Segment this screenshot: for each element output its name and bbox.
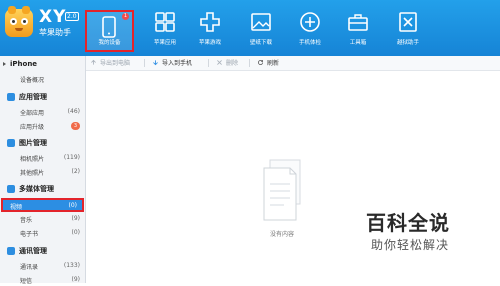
item-count: (133) [63, 262, 80, 269]
toolbar-games-button[interactable]: 苹果游戏 [186, 4, 234, 50]
item-label: 电子书 [20, 231, 39, 238]
sidebar-section-iphone[interactable]: iPhone [0, 59, 85, 71]
item-label: 其他照片 [20, 170, 45, 177]
toolbar-wallpaper-button[interactable]: 壁纸下载 [237, 4, 285, 50]
button-label: 导入到手机 [162, 60, 193, 67]
delete-button[interactable]: 删除 [216, 58, 238, 68]
contacts-section-icon [7, 247, 15, 255]
sidebar-item-music[interactable]: 音乐 (9) [0, 214, 85, 225]
photos-section-icon [7, 139, 15, 147]
section-title: 图片管理 [19, 139, 47, 147]
item-label: 视频 [10, 204, 23, 211]
item-count: (46) [67, 108, 80, 115]
sidebar-item-sms[interactable]: 短信 (9) [0, 275, 85, 286]
expand-arrow-icon [3, 62, 6, 66]
refresh-button[interactable]: 刷新 [257, 58, 279, 68]
button-label: 导出到电脑 [100, 60, 131, 67]
export-icon [91, 59, 96, 65]
phone-icon [102, 16, 116, 38]
toolbar-label: 壁纸下载 [249, 40, 272, 46]
sidebar-item-videos[interactable]: 视频 (0) [1, 198, 84, 212]
watermark-subtitle: 助你轻松解决 [371, 238, 450, 252]
apps-section-icon [7, 93, 15, 101]
item-label: 相机照片 [20, 156, 45, 163]
toolbar-label: 我的设备 [98, 40, 121, 46]
toolbar-label: 越狱助手 [396, 40, 419, 46]
item-label: 短信 [20, 278, 33, 285]
section-title: 多媒体管理 [19, 185, 54, 193]
item-count: (0) [68, 202, 78, 209]
toolbar-apps-button[interactable]: 苹果应用 [141, 4, 189, 50]
section-title: iPhone [10, 60, 38, 68]
import-icon [153, 60, 158, 66]
image-icon [251, 13, 271, 31]
sidebar-item-ebooks[interactable]: 电子书 (0) [0, 228, 85, 239]
item-count: (9) [71, 276, 81, 283]
section-title: 通讯管理 [19, 247, 47, 255]
item-label: 通讯录 [20, 264, 39, 271]
refresh-icon [258, 60, 263, 65]
content-toolbar: 导出到电脑 导入到手机 删除 刷新 [86, 56, 500, 71]
sidebar-section-media[interactable]: 多媒体管理 [0, 183, 85, 195]
delete-icon [217, 60, 222, 65]
plus-circle-icon [300, 12, 320, 32]
toolbar-my-device-button[interactable]: 1 我的设备 [85, 10, 134, 52]
toolbar-label: 手机体检 [298, 40, 321, 46]
toolbar-jailbreak-button[interactable]: 越狱助手 [384, 4, 432, 50]
media-section-icon [7, 185, 15, 193]
toolbar-label: 苹果应用 [153, 40, 176, 46]
empty-state-text: 没有内容 [269, 231, 294, 238]
item-label: 应用升级 [20, 124, 45, 131]
item-label: 设备概况 [20, 77, 45, 84]
toolbar-label: 工具箱 [349, 40, 367, 46]
logo-subtitle: 苹果助手 [39, 28, 71, 37]
export-to-pc-button[interactable]: 导出到电脑 [90, 58, 130, 68]
watermark-title: 百科全说 [366, 211, 450, 235]
toolbox-icon [348, 14, 368, 31]
toolbar-toolbox-button[interactable]: 工具箱 [334, 4, 382, 50]
section-title: 应用管理 [19, 93, 47, 101]
top-toolbar: XY 2.0 苹果助手 1 我的设备 苹果应用 苹果游戏 壁纸下载 手机体检 工… [0, 0, 500, 56]
sidebar: iPhone 设备概况 应用管理 全部应用 (46) 应用升级 3 图片管理 相… [0, 56, 86, 286]
notification-badge: 1 [122, 13, 129, 20]
sidebar-section-apps[interactable]: 应用管理 [0, 91, 85, 103]
item-count: (2) [71, 168, 81, 175]
sidebar-item-camera-photos[interactable]: 相机照片 (119) [0, 153, 85, 164]
toolbar-checkup-button[interactable]: 手机体检 [286, 4, 334, 50]
toolbar-divider [208, 59, 209, 67]
sidebar-item-all-apps[interactable]: 全部应用 (46) [0, 107, 85, 118]
toolbar-divider [144, 59, 145, 67]
gamepad-icon [200, 12, 220, 32]
button-label: 刷新 [267, 60, 280, 67]
button-label: 删除 [226, 60, 239, 67]
item-count: (119) [63, 154, 80, 161]
sidebar-section-photos[interactable]: 图片管理 [0, 137, 85, 149]
apps-icon [155, 12, 175, 32]
toolbar-label: 苹果游戏 [198, 40, 221, 46]
item-label: 音乐 [20, 217, 33, 224]
item-label: 全部应用 [20, 110, 45, 117]
sidebar-item-app-updates[interactable]: 应用升级 3 [0, 121, 85, 132]
app-logo: XY 2.0 苹果助手 [5, 6, 83, 45]
item-count: (0) [71, 229, 81, 236]
update-count-badge: 3 [71, 122, 80, 130]
unlock-icon [399, 12, 417, 32]
sidebar-item-device-overview[interactable]: 设备概况 [0, 74, 85, 85]
empty-document-icon [263, 159, 301, 221]
version-badge: 2.0 [65, 12, 79, 21]
sidebar-item-contacts[interactable]: 通讯录 (133) [0, 261, 85, 272]
sidebar-item-other-photos[interactable]: 其他照片 (2) [0, 167, 85, 178]
item-count: (9) [71, 215, 81, 222]
mascot-icon [5, 6, 33, 37]
sidebar-section-communications[interactable]: 通讯管理 [0, 245, 85, 257]
import-to-phone-button[interactable]: 导入到手机 [152, 58, 192, 68]
logo-title: XY [39, 7, 67, 27]
toolbar-divider [249, 59, 250, 67]
